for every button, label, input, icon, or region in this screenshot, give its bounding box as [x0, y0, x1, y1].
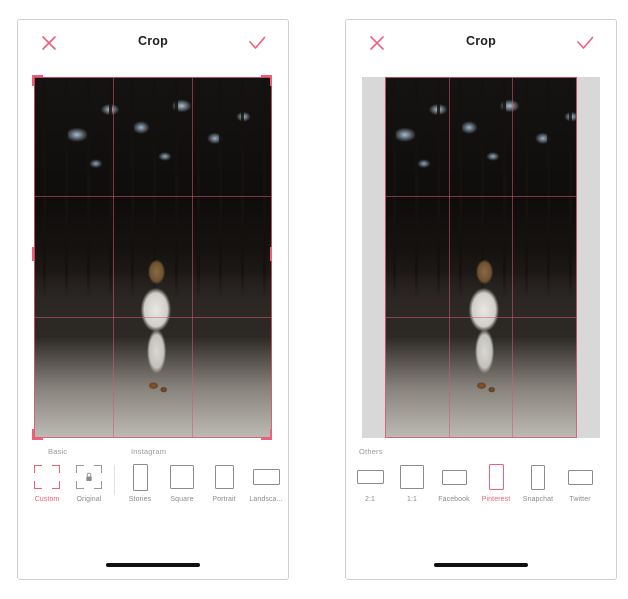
ratio-option-label: 1:1	[406, 496, 418, 503]
crop-mask-left	[362, 77, 385, 438]
ratio-option-snapchat[interactable]: Snapchat	[517, 461, 559, 503]
ratio-1-1-icon	[400, 461, 424, 493]
phone-mockup-right: Crop Others 2:1 1:1 Facebook Pinterest S…	[345, 19, 617, 580]
original-lock-icon	[76, 461, 102, 493]
ratio-options-row-left: Custom Original Stories Square Portrait …	[18, 461, 288, 503]
ratio-pinterest-icon	[488, 461, 504, 493]
ratio-snapchat-icon	[531, 461, 545, 493]
ratio-stories-icon	[132, 461, 148, 493]
ratio-option-label: Stories	[128, 496, 152, 503]
phone-mockup-left: Crop Basic Instagram Custom Original Sto…	[17, 19, 289, 580]
ratio-group-divider	[114, 465, 115, 495]
ratio-group-label-instagram: Instagram	[131, 447, 167, 456]
ratio-option-label: Portrait	[212, 496, 236, 503]
source-photo-left	[34, 77, 272, 438]
ratio-landscape-icon	[252, 461, 280, 493]
checkmark-icon[interactable]	[246, 32, 268, 54]
ratio-option-label: Original	[76, 496, 102, 503]
ratio-option-facebook[interactable]: Facebook	[433, 461, 475, 503]
aspect-ratio-bar-right: Others 2:1 1:1 Facebook Pinterest Snapch…	[346, 445, 616, 579]
aspect-ratio-bar-left: Basic Instagram Custom Original Stories …	[18, 445, 288, 579]
ratio-option-stories[interactable]: Stories	[119, 461, 161, 503]
ratio-option-pinterest[interactable]: Pinterest	[475, 461, 517, 503]
ratio-portrait-icon	[214, 461, 234, 493]
ratio-options-row-right: 2:1 1:1 Facebook Pinterest Snapchat Twit…	[346, 461, 616, 503]
ratio-option-custom[interactable]: Custom	[26, 461, 68, 503]
ratio-option-label: Facebook	[438, 496, 470, 503]
home-indicator	[434, 563, 528, 567]
ratio-facebook-icon	[441, 461, 467, 493]
ratio-2-1-icon	[356, 461, 384, 493]
ratio-option-landscape[interactable]: Landsca...	[245, 461, 287, 503]
ratio-twitter-icon	[567, 461, 593, 493]
ratio-group-labels-right: Others	[346, 445, 616, 461]
ratio-option-square[interactable]: Square	[161, 461, 203, 503]
ratio-group-label-others: Others	[359, 447, 383, 456]
ratio-group-labels-left: Basic Instagram	[18, 445, 288, 461]
ratio-option-label: Pinterest	[481, 496, 511, 503]
ratio-group-label-basic: Basic	[48, 447, 68, 456]
ratio-option-label: Landsca...	[249, 496, 283, 503]
ratio-option-label: Snapchat	[522, 496, 554, 503]
ratio-option-1-1[interactable]: 1:1	[391, 461, 433, 503]
ratio-option-twitter[interactable]: Twitter	[559, 461, 601, 503]
ratio-option-portrait[interactable]: Portrait	[203, 461, 245, 503]
screenshot-canvas: Crop Basic Instagram Custom Original Sto…	[0, 0, 628, 599]
ratio-square-icon	[170, 461, 194, 493]
ratio-option-label: Twitter	[569, 496, 591, 503]
crop-mask-right	[577, 77, 600, 438]
custom-crop-brackets-icon	[34, 461, 60, 493]
home-indicator	[106, 563, 200, 567]
ratio-option-label: Square	[170, 496, 194, 503]
ratio-option-label: 2:1	[364, 496, 376, 503]
checkmark-icon[interactable]	[574, 32, 596, 54]
source-photo-right	[362, 77, 600, 438]
ratio-option-label: Custom	[34, 496, 60, 503]
crop-stage-right[interactable]	[346, 67, 616, 446]
crop-stage-left[interactable]	[18, 67, 288, 446]
ratio-option-original[interactable]: Original	[68, 461, 110, 503]
crop-header-left: Crop	[18, 20, 288, 67]
ratio-option-2-1[interactable]: 2:1	[349, 461, 391, 503]
crop-header-right: Crop	[346, 20, 616, 67]
